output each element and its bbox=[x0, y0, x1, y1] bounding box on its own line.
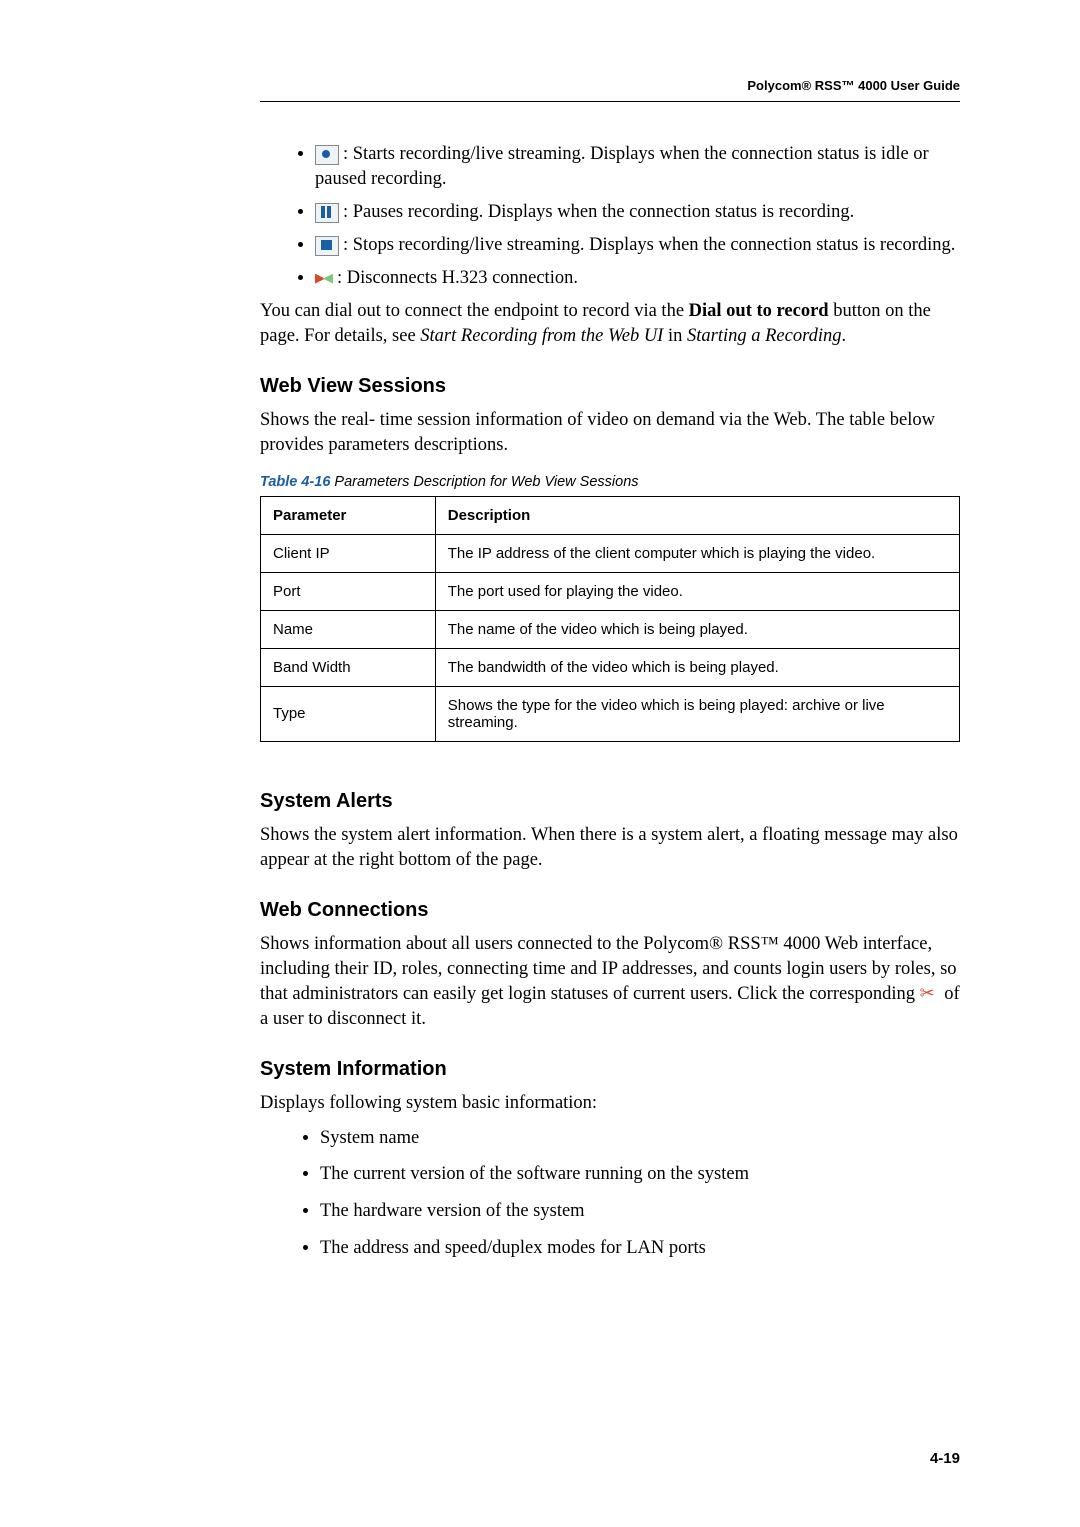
list-item: : Disconnects H.323 connection. bbox=[315, 266, 960, 291]
recording-controls-list: : Starts recording/live streaming. Displ… bbox=[260, 142, 960, 291]
list-item: The current version of the software runn… bbox=[320, 1162, 960, 1187]
cell-desc: The port used for playing the video. bbox=[435, 572, 959, 610]
table-row: Name The name of the video which is bein… bbox=[261, 610, 960, 648]
bullet-text: : Disconnects H.323 connection. bbox=[337, 268, 578, 288]
table-caption: Table 4-16 Parameters Description for We… bbox=[260, 474, 960, 490]
bold-text: Dial out to record bbox=[689, 301, 829, 321]
text: in bbox=[663, 326, 687, 346]
table-header-row: Parameter Description bbox=[261, 496, 960, 534]
table-row: Band Width The bandwidth of the video wh… bbox=[261, 648, 960, 686]
list-item: The hardware version of the system bbox=[320, 1199, 960, 1224]
section-heading-web-connections: Web Connections bbox=[260, 899, 960, 922]
text: You can dial out to connect the endpoint… bbox=[260, 301, 689, 321]
list-item: : Pauses recording. Displays when the co… bbox=[315, 200, 960, 225]
page-header: Polycom® RSS™ 4000 User Guide bbox=[260, 78, 960, 93]
scissors-icon: ✂ bbox=[920, 986, 940, 1002]
header-rule bbox=[260, 101, 960, 102]
stop-icon bbox=[315, 236, 339, 256]
list-item: The address and speed/duplex modes for L… bbox=[320, 1236, 960, 1261]
table-row: Type Shows the type for the video which … bbox=[261, 686, 960, 741]
bullet-text: : Starts recording/live streaming. Displ… bbox=[315, 144, 929, 189]
col-header-description: Description bbox=[435, 496, 959, 534]
italic-text: Start Recording from the Web UI bbox=[420, 326, 663, 346]
cell-param: Client IP bbox=[261, 534, 436, 572]
bullet-text: : Stops recording/live streaming. Displa… bbox=[343, 235, 955, 255]
pause-icon bbox=[315, 203, 339, 223]
table-row: Client IP The IP address of the client c… bbox=[261, 534, 960, 572]
table-row: Port The port used for playing the video… bbox=[261, 572, 960, 610]
table-label: Table 4-16 bbox=[260, 474, 330, 490]
record-icon bbox=[315, 145, 339, 165]
cell-param: Type bbox=[261, 686, 436, 741]
web-view-body: Shows the real- time session information… bbox=[260, 408, 960, 458]
section-heading-web-view: Web View Sessions bbox=[260, 375, 960, 398]
cell-param: Band Width bbox=[261, 648, 436, 686]
list-item: System name bbox=[320, 1126, 960, 1151]
sysinfo-list: System name The current version of the s… bbox=[260, 1126, 960, 1262]
web-connections-body: Shows information about all users connec… bbox=[260, 932, 960, 1032]
dialout-paragraph: You can dial out to connect the endpoint… bbox=[260, 299, 960, 349]
sysinfo-intro: Displays following system basic informat… bbox=[260, 1091, 960, 1116]
cell-desc: The bandwidth of the video which is bein… bbox=[435, 648, 959, 686]
parameters-table: Parameter Description Client IP The IP a… bbox=[260, 496, 960, 742]
text: Shows information about all users connec… bbox=[260, 934, 957, 1004]
section-heading-system-info: System Information bbox=[260, 1058, 960, 1081]
alerts-body: Shows the system alert information. When… bbox=[260, 823, 960, 873]
table-caption-text: Parameters Description for Web View Sess… bbox=[330, 474, 638, 490]
cell-param: Port bbox=[261, 572, 436, 610]
page-number: 4-19 bbox=[930, 1450, 960, 1467]
cell-desc: The IP address of the client computer wh… bbox=[435, 534, 959, 572]
cell-param: Name bbox=[261, 610, 436, 648]
text: . bbox=[841, 326, 846, 346]
cell-desc: The name of the video which is being pla… bbox=[435, 610, 959, 648]
italic-text: Starting a Recording bbox=[687, 326, 842, 346]
section-heading-alerts: System Alerts bbox=[260, 790, 960, 813]
bullet-text: : Pauses recording. Displays when the co… bbox=[343, 202, 854, 222]
list-item: : Starts recording/live streaming. Displ… bbox=[315, 142, 960, 192]
list-item: : Stops recording/live streaming. Displa… bbox=[315, 233, 960, 258]
col-header-parameter: Parameter bbox=[261, 496, 436, 534]
cell-desc: Shows the type for the video which is be… bbox=[435, 686, 959, 741]
disconnect-icon bbox=[315, 272, 333, 286]
